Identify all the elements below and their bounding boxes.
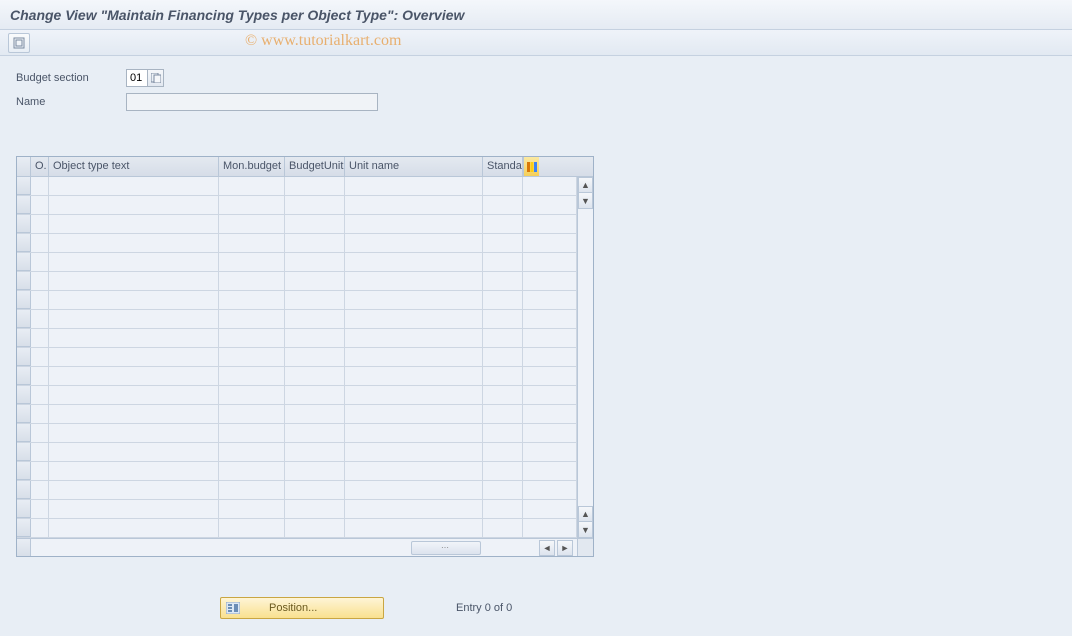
col-standard[interactable]: Standa <box>483 157 523 176</box>
row-selector[interactable] <box>17 462 31 480</box>
row-selector[interactable] <box>17 405 31 423</box>
toolbar <box>0 30 1072 56</box>
vertical-scrollbar[interactable]: ▲ ▼ ▲ ▼ <box>577 177 593 538</box>
position-button[interactable]: Position... <box>220 597 384 619</box>
row-selector[interactable] <box>17 253 31 271</box>
budget-section-input[interactable] <box>126 69 148 87</box>
table-row <box>17 310 577 329</box>
budget-section-label: Budget section <box>16 72 126 84</box>
col-object-type-text[interactable]: Object type text <box>49 157 219 176</box>
col-unit-name[interactable]: Unit name <box>345 157 483 176</box>
table-row <box>17 424 577 443</box>
table-row <box>17 386 577 405</box>
page-title: Change View "Maintain Financing Types pe… <box>10 7 464 23</box>
row-selector[interactable] <box>17 310 31 328</box>
horizontal-scrollbar[interactable]: ⋯ ◄ ► <box>17 538 593 556</box>
toolbar-expand-button[interactable] <box>8 33 30 53</box>
scroll-down2-button[interactable]: ▼ <box>578 522 593 538</box>
row-selector[interactable] <box>17 234 31 252</box>
row-selector[interactable] <box>17 424 31 442</box>
scroll-track[interactable] <box>578 209 593 506</box>
name-input[interactable] <box>126 93 378 111</box>
row-selector[interactable] <box>17 177 31 195</box>
table-config-button[interactable] <box>523 157 539 176</box>
table-row <box>17 405 577 424</box>
hscroll-thumb[interactable]: ⋯ <box>411 541 481 555</box>
row-selector[interactable] <box>17 500 31 518</box>
table-row <box>17 348 577 367</box>
footer: Position... Entry 0 of 0 <box>0 597 1072 619</box>
select-all-handle[interactable] <box>17 157 31 176</box>
table-row <box>17 177 577 196</box>
table-config-icon <box>527 162 537 172</box>
scroll-down-button[interactable]: ▲ <box>578 506 593 522</box>
col-budget-unit[interactable]: BudgetUnit <box>285 157 345 176</box>
scroll-up2-button[interactable]: ▼ <box>578 193 593 209</box>
table-row <box>17 462 577 481</box>
form-area: Budget section Name <box>0 56 1072 128</box>
table-row <box>17 329 577 348</box>
col-mon-budget[interactable]: Mon.budget <box>219 157 285 176</box>
row-selector[interactable] <box>17 196 31 214</box>
scroll-right-button[interactable]: ► <box>557 540 573 556</box>
title-bar: Change View "Maintain Financing Types pe… <box>0 0 1072 30</box>
table-row <box>17 500 577 519</box>
scroll-corner <box>577 539 593 556</box>
col-o[interactable]: O. <box>31 157 49 176</box>
table-header: O. Object type text Mon.budget BudgetUni… <box>17 157 593 177</box>
row-selector[interactable] <box>17 329 31 347</box>
table-row <box>17 519 577 538</box>
scroll-left-button[interactable]: ◄ <box>539 540 555 556</box>
position-icon <box>225 601 241 615</box>
row-selector[interactable] <box>17 291 31 309</box>
expand-icon <box>13 37 25 49</box>
hscroll-track[interactable]: ⋯ ◄ ► <box>31 539 577 556</box>
row-selector[interactable] <box>17 443 31 461</box>
scroll-up-button[interactable]: ▲ <box>578 177 593 193</box>
rows-area <box>17 177 577 538</box>
table-row <box>17 196 577 215</box>
row-selector[interactable] <box>17 272 31 290</box>
row-selector[interactable] <box>17 481 31 499</box>
table-row <box>17 253 577 272</box>
name-label: Name <box>16 96 126 108</box>
row-selector[interactable] <box>17 386 31 404</box>
hscroll-spacer <box>17 539 31 556</box>
table-container: O. Object type text Mon.budget BudgetUni… <box>16 156 594 557</box>
table-row <box>17 481 577 500</box>
entry-counter: Entry 0 of 0 <box>456 602 512 614</box>
table-row <box>17 291 577 310</box>
budget-section-row: Budget section <box>16 68 1056 88</box>
row-selector[interactable] <box>17 348 31 366</box>
value-help-icon[interactable] <box>148 69 164 87</box>
position-label: Position... <box>269 602 317 614</box>
row-selector[interactable] <box>17 215 31 233</box>
table-row <box>17 443 577 462</box>
row-selector[interactable] <box>17 367 31 385</box>
name-row: Name <box>16 92 1056 112</box>
table-body: ▲ ▼ ▲ ▼ <box>17 177 593 538</box>
table-row <box>17 215 577 234</box>
table-row <box>17 367 577 386</box>
table-row <box>17 234 577 253</box>
row-selector[interactable] <box>17 519 31 537</box>
table-row <box>17 272 577 291</box>
